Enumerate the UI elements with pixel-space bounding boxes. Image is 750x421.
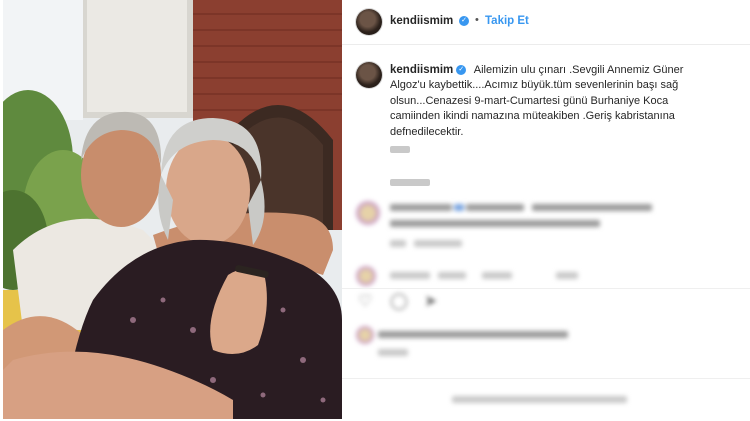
share-icon[interactable]: ➤ <box>424 294 437 310</box>
caption-time-blurred <box>390 146 410 153</box>
comment-box-divider <box>342 378 750 379</box>
replies-link-blurred <box>390 179 430 186</box>
comment-icon[interactable]: ◯ <box>390 294 408 310</box>
verified-badge-icon: ✓ <box>459 16 469 26</box>
post-header: kendiismim ✓ • Takip Et <box>342 0 750 45</box>
avatar[interactable] <box>356 9 382 35</box>
actions-divider <box>342 288 750 289</box>
separator-dot: • <box>475 14 479 26</box>
comment-avatar[interactable] <box>356 201 380 225</box>
caption-avatar[interactable] <box>356 62 382 88</box>
username-link[interactable]: kendiismim <box>390 15 453 27</box>
post-photo <box>3 0 342 419</box>
post-caption: kendiismim ✓ Ailemizin ulu çınarı .Sevgil… <box>390 63 720 140</box>
post-sidebar: kendiismim ✓ • Takip Et kendiismim ✓ Aile… <box>342 0 750 421</box>
heart-icon[interactable]: ♡ <box>358 294 372 310</box>
post-photo-image <box>3 0 342 419</box>
verified-badge-icon: ✓ <box>456 65 467 76</box>
caption-username[interactable]: kendiismim <box>390 64 453 76</box>
follow-button[interactable]: Takip Et <box>485 15 529 27</box>
